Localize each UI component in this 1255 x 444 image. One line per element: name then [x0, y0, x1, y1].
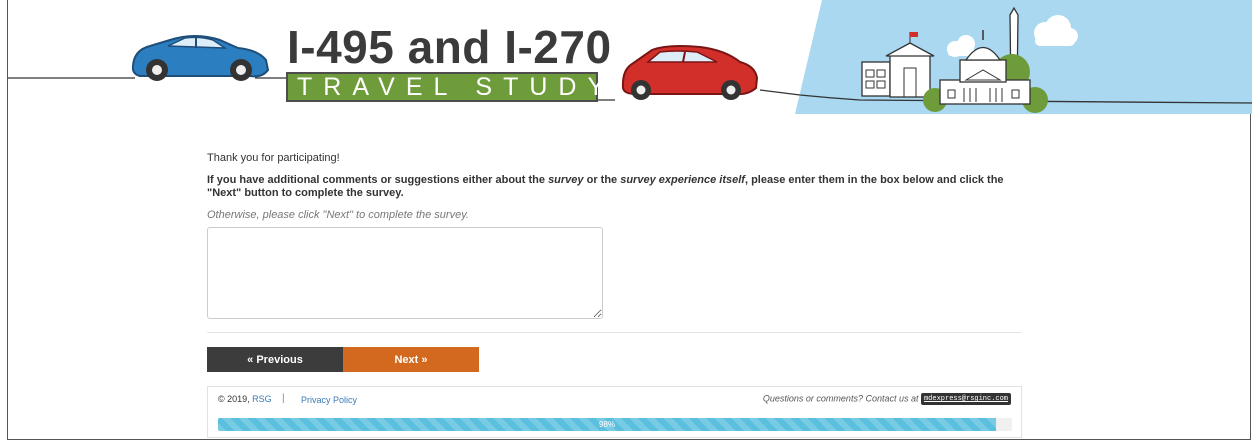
- footer: © 2019, RSG | Privacy Policy Questions o…: [207, 386, 1022, 438]
- instructions-prefix: If you have additional comments or sugge…: [207, 174, 549, 186]
- blue-car-icon: [131, 35, 270, 81]
- copyright-prefix: © 2019,: [218, 394, 253, 404]
- instructions-mid: or the: [583, 174, 621, 186]
- banner-title: I-495 and I-270: [287, 21, 612, 73]
- footer-row: © 2019, RSG | Privacy Policy Questions o…: [208, 387, 1021, 412]
- instructions-text: If you have additional comments or sugge…: [207, 174, 1037, 200]
- instructions-emphasis-survey: survey: [548, 174, 584, 186]
- next-button[interactable]: Next »: [343, 347, 479, 372]
- previous-button[interactable]: « Previous: [207, 347, 343, 372]
- banner-subtitle: TRAVEL STUDY: [297, 73, 616, 101]
- progress-bar: 98%: [218, 418, 1012, 431]
- instructions-emphasis-experience: survey experience itself: [620, 174, 745, 186]
- contact-email-link[interactable]: mdexpress@rsginc.com: [920, 393, 1011, 405]
- comments-textarea[interactable]: [207, 227, 603, 319]
- progress-fill: 98%: [218, 418, 997, 431]
- rsg-link[interactable]: RSG: [252, 394, 272, 404]
- contact-label: Questions or comments? Contact us at: [762, 393, 921, 404]
- copyright: © 2019, RSG: [218, 394, 272, 404]
- footer-separator: |: [282, 393, 285, 404]
- contact-text: Questions or comments? Contact us at mde…: [763, 393, 1011, 405]
- thank-you-text: Thank you for participating!: [207, 152, 340, 164]
- header-banner: I-495 and I-270 TRAVEL STUDY: [0, 0, 1255, 120]
- banner-art: [8, 0, 1253, 114]
- divider: [207, 332, 1022, 333]
- red-car-icon: [621, 45, 759, 100]
- otherwise-text: Otherwise, please click "Next" to comple…: [207, 209, 469, 221]
- privacy-policy-link[interactable]: Privacy Policy: [301, 395, 357, 405]
